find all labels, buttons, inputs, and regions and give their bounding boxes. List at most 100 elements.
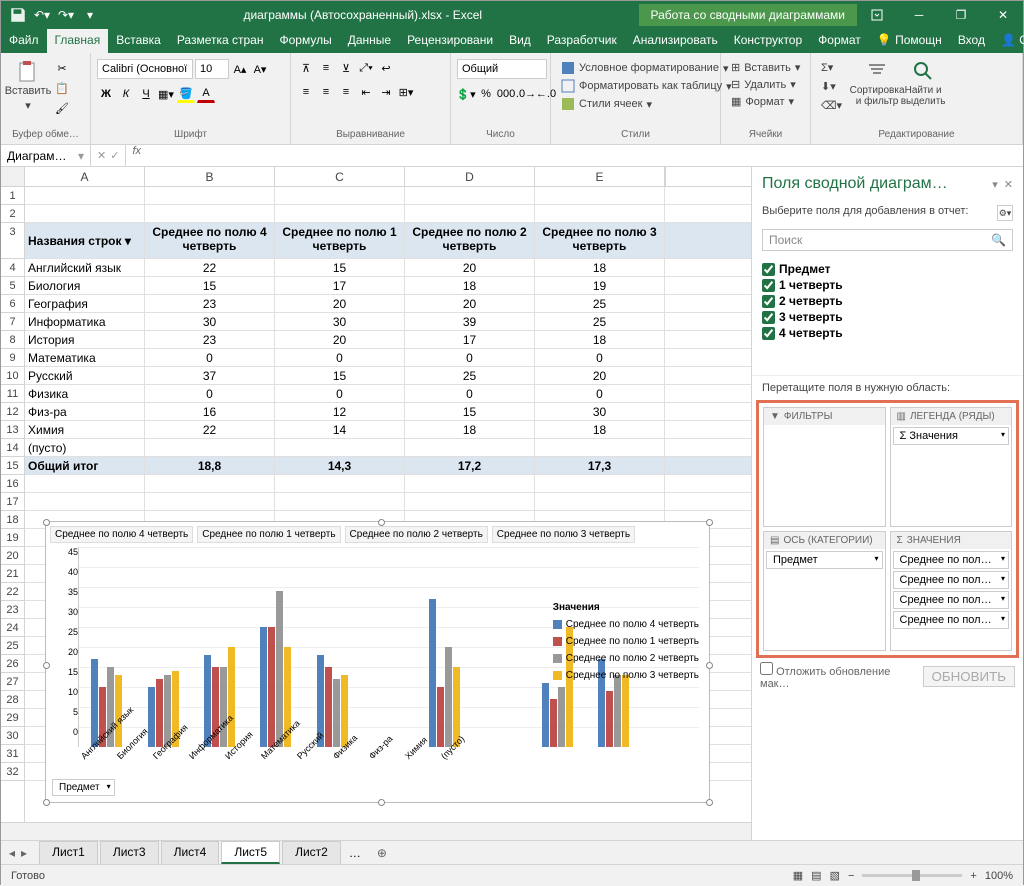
restore-button[interactable]: ❐	[941, 1, 981, 29]
tab-home[interactable]: Главная	[47, 29, 109, 53]
row-header[interactable]: 15	[1, 457, 24, 475]
cell[interactable]	[405, 475, 535, 492]
italic-button[interactable]: К	[117, 85, 135, 103]
font-size-input[interactable]	[195, 59, 229, 79]
cell[interactable]	[405, 439, 535, 456]
cell[interactable]: 25	[405, 367, 535, 384]
cell[interactable]: География	[25, 295, 145, 312]
row-header[interactable]: 20	[1, 547, 24, 565]
row-header[interactable]: 19	[1, 529, 24, 547]
zone-item[interactable]: Среднее по пол…	[893, 591, 1010, 609]
row-header[interactable]: 31	[1, 745, 24, 763]
find-select-button[interactable]: Найти и выделить	[902, 59, 944, 107]
update-button[interactable]: ОБНОВИТЬ	[923, 666, 1015, 687]
sheet-tab[interactable]: Лист4	[161, 841, 220, 864]
row-header[interactable]: 1	[1, 187, 24, 205]
fx-icon[interactable]: fx	[126, 145, 147, 166]
chart-bar[interactable]	[429, 599, 436, 747]
cell[interactable]: 18	[535, 259, 665, 276]
cell[interactable]	[535, 205, 665, 222]
cell[interactable]: Информатика	[25, 313, 145, 330]
cell[interactable]: 12	[275, 403, 405, 420]
font-name-input[interactable]	[97, 59, 193, 79]
chart-bar[interactable]	[606, 691, 613, 747]
cell[interactable]: Общий итог	[25, 457, 145, 474]
tab-developer[interactable]: Разработчик	[539, 29, 625, 53]
tab-share[interactable]: 👤 Общий доступ	[993, 29, 1024, 53]
row-header[interactable]: 30	[1, 727, 24, 745]
cell[interactable]: 0	[535, 385, 665, 402]
cell[interactable]: 0	[275, 385, 405, 402]
cell[interactable]: 39	[405, 313, 535, 330]
tab-format[interactable]: Формат	[810, 29, 869, 53]
zone-axis[interactable]: ▤ОСЬ (КАТЕГОРИИ) Предмет	[763, 531, 886, 651]
cells-delete-button[interactable]: ⊟ Удалить▾	[727, 76, 800, 93]
col-header[interactable]: C	[275, 167, 405, 186]
row-header[interactable]: 23	[1, 601, 24, 619]
formula-input[interactable]	[147, 145, 1023, 166]
cell[interactable]: Физ-ра	[25, 403, 145, 420]
col-header[interactable]: E	[535, 167, 665, 186]
sheet-tab[interactable]: Лист1	[39, 841, 98, 864]
cell[interactable]: Среднее по полю 4 четверть	[145, 223, 275, 258]
cell[interactable]: (пусто)	[25, 439, 145, 456]
cell[interactable]	[275, 475, 405, 492]
inc-decimal-icon[interactable]: .0→	[517, 85, 535, 103]
indent-dec-icon[interactable]: ⇤	[357, 83, 375, 101]
pivot-chart[interactable]: Среднее по полю 4 четвертьСреднее по пол…	[45, 521, 710, 803]
sort-filter-button[interactable]: Сортировка и фильтр	[856, 59, 898, 107]
cell[interactable]	[145, 493, 275, 510]
pane-search-input[interactable]: Поиск 🔍	[762, 229, 1013, 251]
chart-bar[interactable]	[437, 687, 444, 747]
fill-icon[interactable]: ⬇▾	[817, 78, 846, 95]
row-header[interactable]: 28	[1, 691, 24, 709]
chart-bar[interactable]	[148, 687, 155, 747]
cell[interactable]: 14	[275, 421, 405, 438]
undo-icon[interactable]: ↶▾	[33, 6, 51, 24]
col-header[interactable]: A	[25, 167, 145, 186]
chart-bar[interactable]	[91, 659, 98, 747]
conditional-format-button[interactable]: Условное форматирование▾	[557, 59, 732, 77]
cell[interactable]: Химия	[25, 421, 145, 438]
select-all-button[interactable]	[1, 167, 25, 186]
row-header[interactable]: 27	[1, 673, 24, 691]
indent-inc-icon[interactable]: ⇥	[377, 83, 395, 101]
row-header[interactable]: 10	[1, 367, 24, 385]
cell[interactable]	[25, 493, 145, 510]
col-header[interactable]: D	[405, 167, 535, 186]
chart-bar[interactable]	[220, 667, 227, 747]
row-header[interactable]: 4	[1, 259, 24, 277]
zone-filters[interactable]: ▼ФИЛЬТРЫ	[763, 407, 886, 527]
chart-field-button[interactable]: Среднее по полю 2 четверть	[345, 526, 488, 543]
chart-bar[interactable]	[542, 683, 549, 747]
cell[interactable]	[275, 187, 405, 204]
merge-icon[interactable]: ⊞▾	[397, 83, 415, 101]
underline-button[interactable]: Ч	[137, 85, 155, 103]
row-header[interactable]: 6	[1, 295, 24, 313]
chart-bar[interactable]	[156, 679, 163, 747]
row-header[interactable]: 2	[1, 205, 24, 223]
cell[interactable]: 0	[405, 385, 535, 402]
cell[interactable]	[535, 439, 665, 456]
tab-help[interactable]: 💡 Помощн	[869, 29, 950, 53]
decrease-font-icon[interactable]: A▾	[251, 60, 269, 78]
qat-customize-icon[interactable]: ▾	[81, 6, 99, 24]
cell[interactable]	[25, 475, 145, 492]
align-top-icon[interactable]: ⊼	[297, 59, 315, 77]
tab-formulas[interactable]: Формулы	[271, 29, 339, 53]
field-checkbox[interactable]: 2 четверть	[762, 293, 1013, 309]
row-header[interactable]: 8	[1, 331, 24, 349]
cell[interactable]: 15	[405, 403, 535, 420]
chart-bar[interactable]	[341, 675, 348, 747]
row-header[interactable]: 29	[1, 709, 24, 727]
zone-item[interactable]: Среднее по пол…	[893, 611, 1010, 629]
ribbon-options-icon[interactable]	[857, 1, 897, 29]
row-header[interactable]: 13	[1, 421, 24, 439]
clear-icon[interactable]: ⌫▾	[817, 97, 846, 114]
font-color-icon[interactable]: A	[197, 85, 215, 103]
cells-format-button[interactable]: ▦ Формат▾	[727, 93, 798, 110]
cell[interactable]: 22	[145, 259, 275, 276]
view-break-icon[interactable]: ▧	[830, 869, 840, 882]
tab-login[interactable]: Вход	[950, 29, 993, 53]
col-header[interactable]: B	[145, 167, 275, 186]
